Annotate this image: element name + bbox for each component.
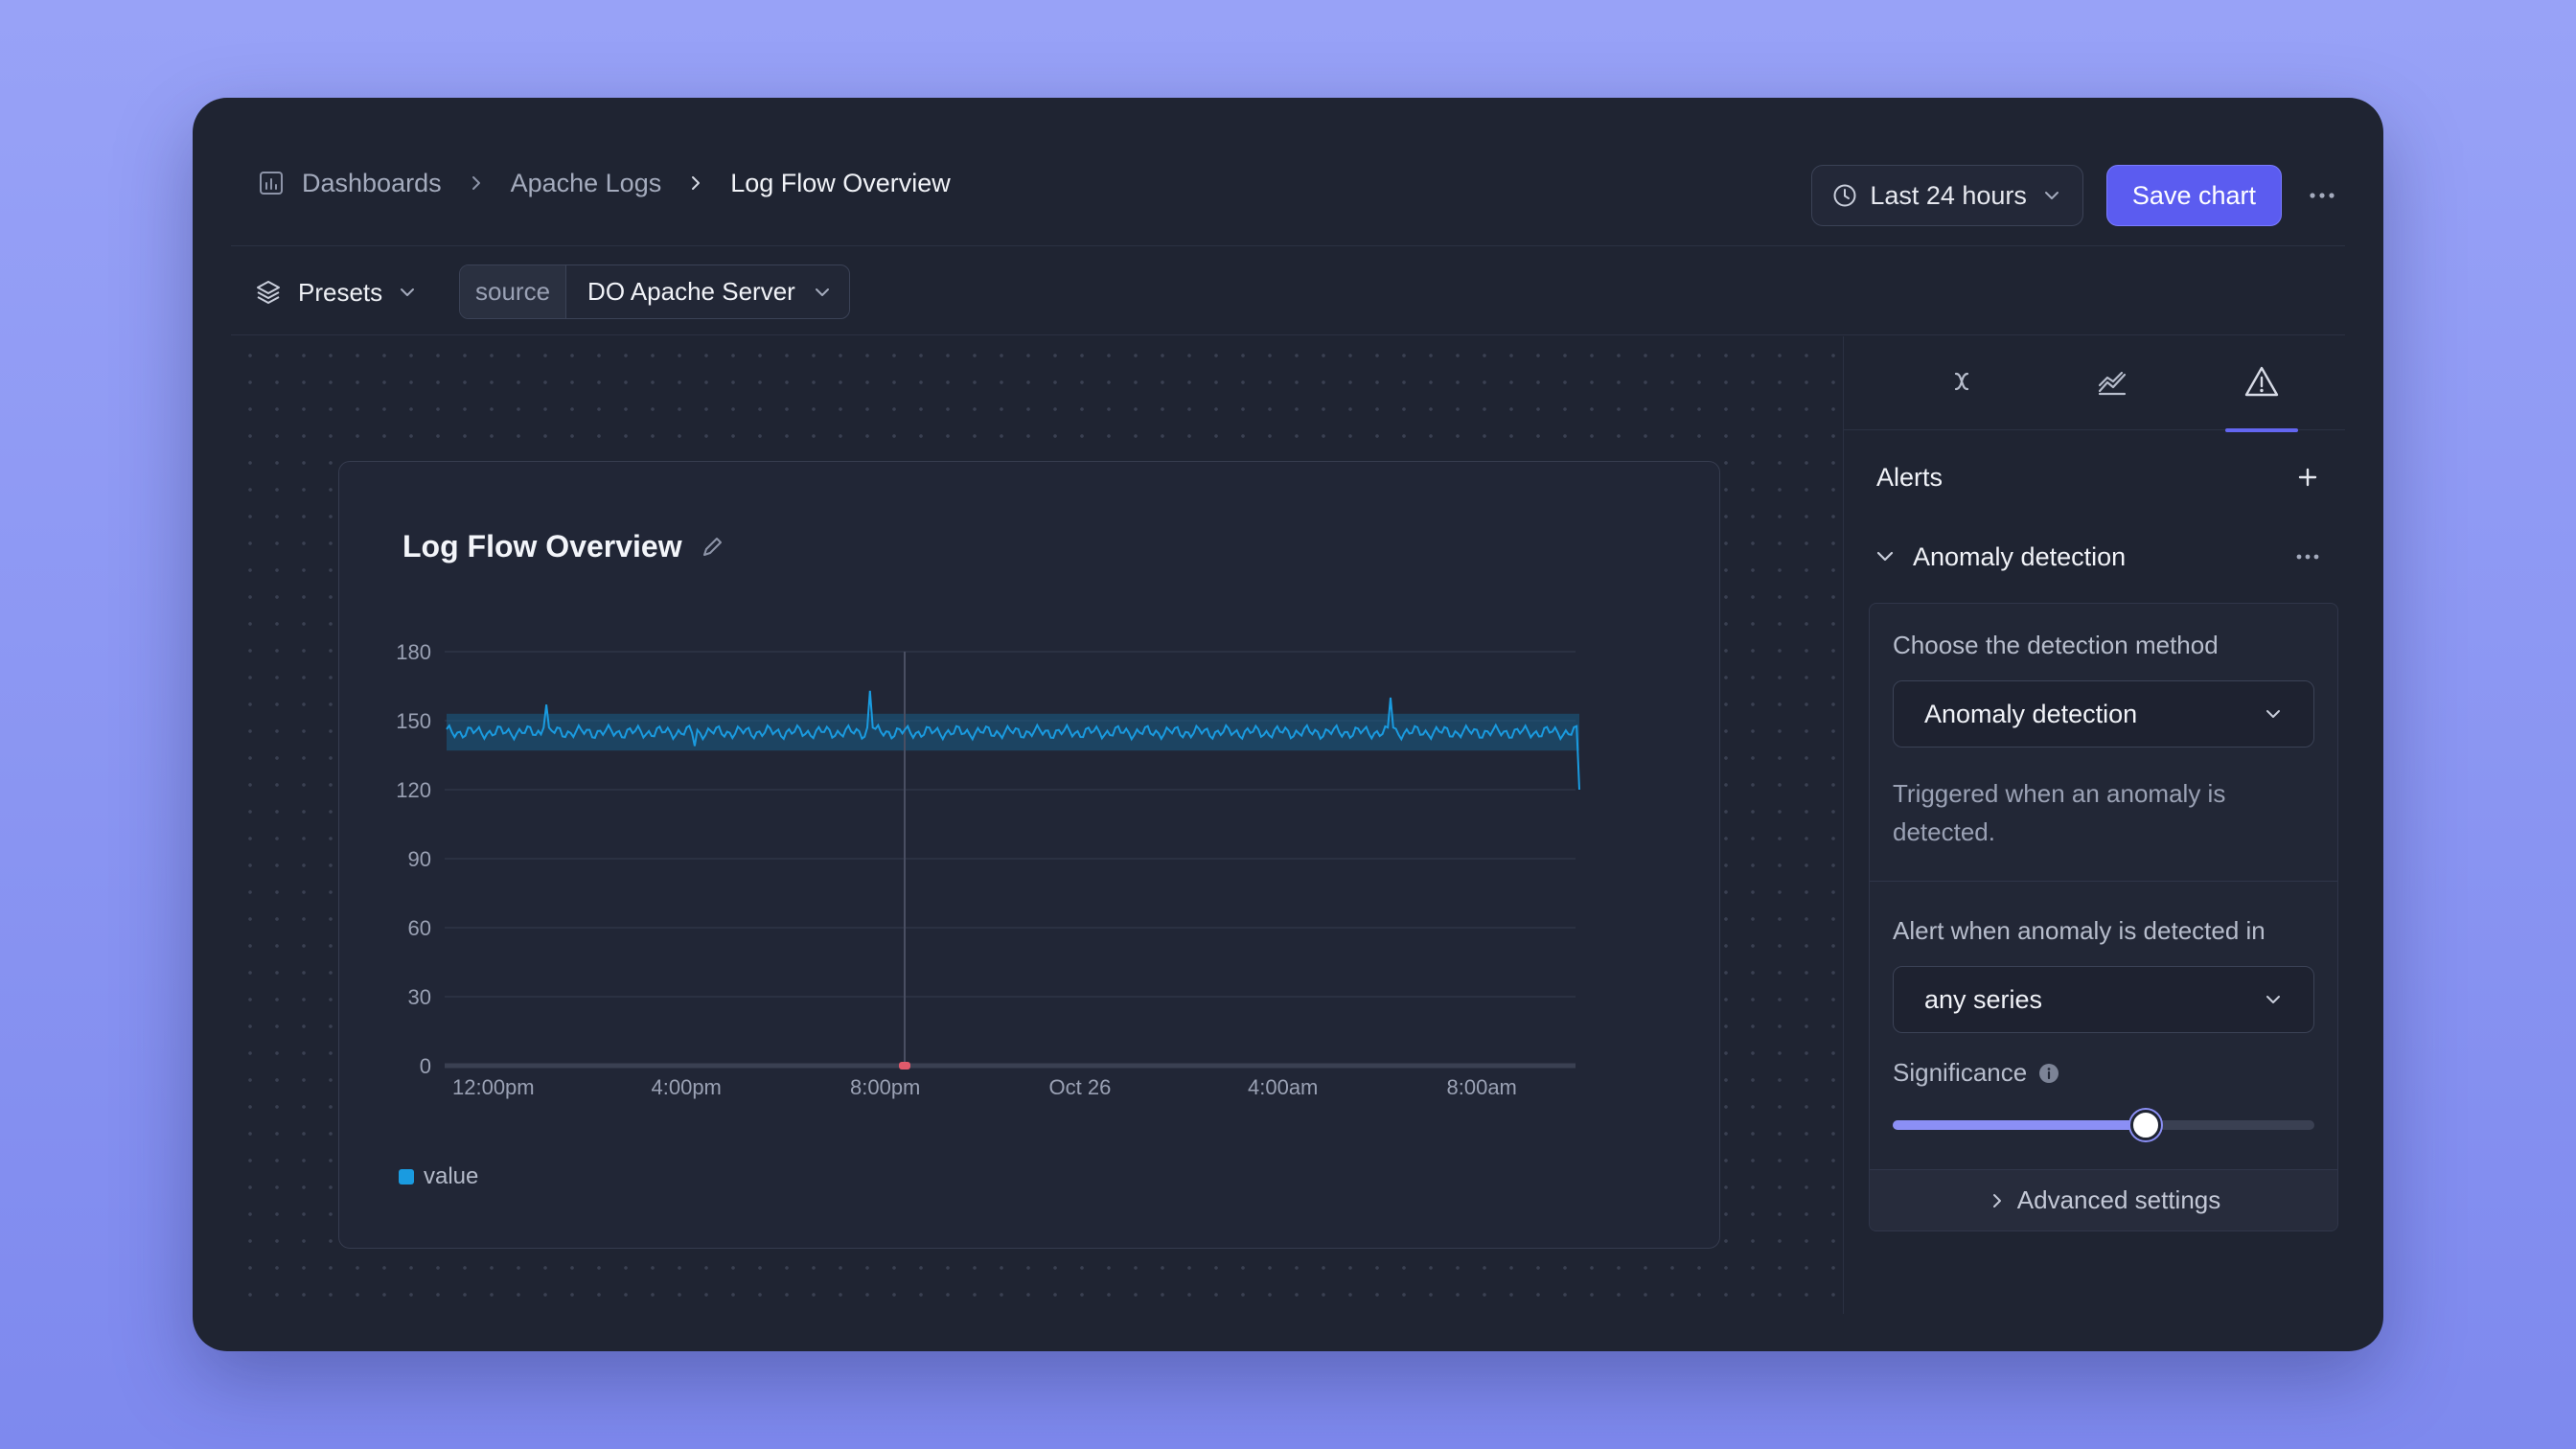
alerts-title: Alerts bbox=[1876, 462, 1944, 492]
breadcrumb: Dashboards Apache Logs Log Flow Overview bbox=[258, 159, 951, 207]
layers-icon bbox=[254, 278, 283, 307]
series-select[interactable]: any series bbox=[1893, 966, 2314, 1033]
breadcrumb-dashboards[interactable]: Dashboards bbox=[302, 169, 442, 198]
x-tick-label: 4:00pm bbox=[652, 1075, 722, 1099]
method-help-text: Triggered when an anomaly is detected. bbox=[1893, 779, 2226, 846]
method-value: Anomaly detection bbox=[1924, 699, 2138, 728]
alert-triangle-icon bbox=[2243, 364, 2280, 403]
line-chart: 180 150 120 90 60 30 0 12:00pm 4:00pm 8:00pm Oct 2… bbox=[396, 640, 1580, 1099]
clock-icon bbox=[1831, 182, 1858, 209]
y-tick-label: 150 bbox=[396, 709, 431, 733]
chevron-down-icon bbox=[2262, 988, 2285, 1011]
tab-chart-style[interactable] bbox=[2055, 336, 2170, 430]
chart-area-icon bbox=[2095, 364, 2129, 403]
chevron-right-icon bbox=[463, 170, 490, 196]
tab-alerts[interactable] bbox=[2204, 336, 2319, 432]
alert-head-left: Anomaly detection bbox=[1873, 542, 2126, 572]
alert-config-card: Choose the detection method Anomaly dete… bbox=[1869, 603, 2338, 1231]
series-value: any series bbox=[1924, 984, 2043, 1014]
x-tick-label: 8:00am bbox=[1447, 1075, 1517, 1099]
method-label: Choose the detection method bbox=[1893, 631, 2219, 659]
info-icon[interactable] bbox=[2038, 1063, 2059, 1084]
chevron-down-icon bbox=[396, 281, 419, 304]
save-chart-button[interactable]: Save chart bbox=[2105, 165, 2282, 226]
header-actions: Last 24 hours Save chart bbox=[1811, 165, 2345, 226]
chart-legend: value bbox=[399, 1163, 478, 1190]
y-tick-label: 30 bbox=[408, 985, 431, 1009]
chart-icon bbox=[258, 170, 285, 196]
toolbar: Presets source DO Apache Server bbox=[231, 246, 2345, 335]
source-filter[interactable]: source DO Apache Server bbox=[459, 264, 850, 319]
alert-name: Anomaly detection bbox=[1913, 541, 2127, 571]
x-tick-label: 12:00pm bbox=[452, 1075, 535, 1099]
slider-fill bbox=[1893, 1120, 2146, 1130]
y-tick-label: 60 bbox=[408, 916, 431, 940]
legend-label: value bbox=[424, 1163, 479, 1189]
chevron-down-icon bbox=[811, 281, 834, 304]
chevron-down-icon bbox=[1873, 544, 1898, 569]
detection-method-select[interactable]: Anomaly detection bbox=[1893, 680, 2314, 748]
filter-value-label: DO Apache Server bbox=[587, 277, 795, 306]
anomaly-marker bbox=[899, 1062, 910, 1070]
header: Dashboards Apache Logs Log Flow Overview… bbox=[231, 98, 2345, 246]
x-tick-label: Oct 26 bbox=[1049, 1075, 1112, 1099]
time-range-label: Last 24 hours bbox=[1870, 180, 2027, 210]
y-tick-label: 120 bbox=[396, 778, 431, 802]
chevron-down-icon bbox=[2262, 702, 2285, 725]
alerts-section-header: Alerts bbox=[1876, 453, 2324, 501]
x-tick-label: 4:00am bbox=[1248, 1075, 1318, 1099]
panel-tabs bbox=[1844, 336, 2345, 432]
more-options-icon[interactable] bbox=[2299, 172, 2345, 218]
tab-formula[interactable] bbox=[1905, 336, 2020, 430]
chart-card[interactable]: Log Flow Overview 180 150 120 90 60 30 0 12:00p… bbox=[338, 461, 1720, 1249]
time-range-picker[interactable]: Last 24 hours bbox=[1811, 165, 2083, 226]
significance-slider[interactable] bbox=[1893, 1108, 2314, 1142]
detection-method-section: Choose the detection method Anomaly dete… bbox=[1870, 604, 2337, 882]
chevron-down-icon bbox=[2040, 184, 2063, 207]
significance-row: Significance bbox=[1893, 1058, 2059, 1088]
formula-icon bbox=[1946, 365, 1979, 402]
breadcrumb-current: Log Flow Overview bbox=[730, 168, 951, 197]
legend-swatch bbox=[399, 1169, 414, 1184]
breadcrumb-apache-logs[interactable]: Apache Logs bbox=[511, 169, 662, 198]
series-label: Alert when anomaly is detected in bbox=[1893, 916, 2266, 945]
slider-thumb[interactable] bbox=[2130, 1110, 2161, 1140]
filter-key: source bbox=[460, 265, 567, 318]
advanced-settings-button[interactable]: Advanced settings bbox=[1870, 1169, 2337, 1230]
y-tick-label: 90 bbox=[408, 847, 431, 871]
advanced-settings-label: Advanced settings bbox=[2016, 1185, 2221, 1214]
x-tick-label: 8:00pm bbox=[850, 1075, 920, 1099]
dashboard-canvas: Log Flow Overview 180 150 120 90 60 30 0 12:00p… bbox=[231, 336, 1841, 1314]
presets-label: Presets bbox=[298, 277, 383, 307]
alert-item-header[interactable]: Anomaly detection bbox=[1873, 533, 2324, 581]
y-tick-label: 180 bbox=[396, 640, 431, 664]
filter-value[interactable]: DO Apache Server bbox=[566, 265, 849, 318]
add-alert-icon[interactable] bbox=[2291, 461, 2324, 494]
chevron-right-icon bbox=[1987, 1190, 2008, 1211]
config-panel: Alerts Anomaly detection Choose the dete… bbox=[1843, 336, 2345, 1314]
alert-more-icon[interactable] bbox=[2291, 540, 2324, 573]
app-window: Dashboards Apache Logs Log Flow Overview… bbox=[193, 98, 2383, 1351]
y-tick-label: 0 bbox=[420, 1054, 431, 1078]
significance-label: Significance bbox=[1893, 1058, 2028, 1087]
presets-dropdown[interactable]: Presets bbox=[254, 265, 419, 319]
chevron-right-icon bbox=[682, 170, 709, 196]
